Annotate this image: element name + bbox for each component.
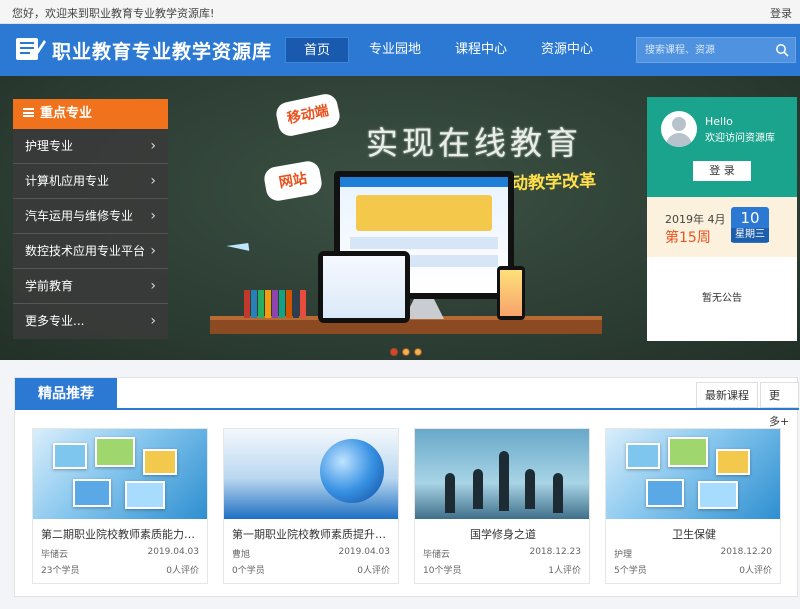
chevron-right-icon: › (150, 208, 156, 224)
course-title: 第二期职业院校教师素质能力提... (41, 528, 201, 541)
course-title: 国学修身之道 (470, 528, 536, 541)
nav-course-center[interactable]: 课程中心 (441, 37, 521, 63)
course-author: 毕储云 (41, 550, 69, 560)
nav-resource-center[interactable]: 资源中心 (527, 37, 607, 63)
menu-icon (23, 108, 34, 117)
course-thumbnail (415, 429, 589, 519)
sidebar-item-more[interactable]: 更多专业... › (13, 304, 168, 339)
course-author: 毕储云 (423, 550, 451, 560)
latest-courses-tab[interactable]: 最新课程 (696, 382, 758, 408)
site-title[interactable]: 职业教育专业教学资源库 (52, 37, 272, 64)
top-login-link[interactable]: 登录 (770, 5, 792, 21)
sidebar-item-computer[interactable]: 计算机应用专业 › (13, 164, 168, 199)
chevron-right-icon: › (150, 243, 156, 259)
sidebar-header: 重点专业 (13, 99, 168, 129)
sidebar-item-cnc[interactable]: 数控技术应用专业平台 › (13, 234, 168, 269)
calendar-block: 2019年 4月 第15周 10 星期三 (647, 197, 797, 257)
phone-illustration (497, 266, 525, 320)
sidebar-item-preschool[interactable]: 学前教育 › (13, 269, 168, 304)
course-cards: 第二期职业院校教师素质能力提... 毕储云 2019.04.03 23个学员 0… (32, 428, 781, 584)
course-reviews: 0人评价 (739, 566, 772, 576)
course-students: 23个学员 (41, 566, 80, 576)
course-date: 2019.04.03 (147, 547, 199, 557)
search-icon[interactable] (775, 43, 789, 57)
banner-headline: 实现在线教育 (366, 124, 583, 162)
course-card[interactable]: 卫生保健 护理 2018.12.20 5个学员 0人评价 (605, 428, 781, 584)
course-reviews: 0人评价 (357, 566, 390, 576)
day-badge: 10 星期三 (731, 207, 769, 243)
nav-major-garden[interactable]: 专业园地 (355, 37, 435, 63)
site-header: 职业教育专业教学资源库 首页 专业园地 课程中心 资源中心 (0, 24, 800, 76)
course-title: 第一期职业院校教师素质提升网... (232, 528, 392, 541)
book-logo-icon (16, 38, 46, 60)
course-card[interactable]: 国学修身之道 毕储云 2018.12.23 10个学员 1人评价 (414, 428, 590, 584)
course-date: 2018.12.23 (529, 547, 581, 557)
year-month: 2019年 4月 (665, 213, 726, 226)
sidebar-title: 重点专业 (40, 106, 93, 121)
course-students: 0个学员 (232, 566, 265, 576)
course-reviews: 0人评价 (166, 566, 199, 576)
search-box (636, 37, 796, 63)
course-card[interactable]: 第二期职业院校教师素质能力提... 毕储云 2019.04.03 23个学员 0… (32, 428, 208, 584)
hello-text: Hello (705, 115, 733, 128)
course-thumbnail (33, 429, 207, 519)
carousel-dot-3[interactable] (414, 348, 422, 356)
week-number: 第15周 (665, 230, 711, 246)
sidebar-item-auto[interactable]: 汽车运用与维修专业 › (13, 199, 168, 234)
user-panel-top: Hello 欢迎访问资源库 登 录 (647, 97, 797, 197)
course-thumbnail (224, 429, 398, 519)
key-majors-sidebar: 重点专业 护理专业 › 计算机应用专业 › 汽车运用与维修专业 › 数控技术应用专业平… (13, 99, 168, 339)
globe-icon (320, 439, 384, 503)
user-panel: Hello 欢迎访问资源库 登 录 2019年 4月 第15周 10 星期三 暂… (647, 97, 797, 341)
chevron-right-icon: › (150, 313, 156, 329)
sidebar-item-nursing[interactable]: 护理专业 › (13, 129, 168, 164)
course-students: 5个学员 (614, 566, 647, 576)
avatar-icon (661, 111, 697, 147)
nav-home[interactable]: 首页 (285, 37, 349, 63)
course-date: 2018.12.20 (720, 547, 772, 557)
chevron-right-icon: › (150, 173, 156, 189)
course-card[interactable]: 第一期职业院校教师素质提升网... 曹旭 2019.04.03 0个学员 0人评… (223, 428, 399, 584)
course-title: 卫生保健 (672, 528, 716, 541)
course-thumbnail (606, 429, 780, 519)
course-author: 曹旭 (232, 550, 251, 560)
tablet-illustration (318, 251, 410, 323)
notice-text: 暂无公告 (702, 293, 742, 304)
carousel-dot-2[interactable] (402, 348, 410, 356)
course-date: 2019.04.03 (338, 547, 390, 557)
chevron-right-icon: › (150, 138, 156, 154)
books-illustration (244, 290, 307, 318)
course-author: 护理 (614, 550, 633, 560)
more-link[interactable]: 更多+ (760, 382, 799, 428)
login-button[interactable]: 登 录 (693, 161, 751, 181)
carousel-dots (390, 348, 426, 356)
welcome-message: 欢迎访问资源库 (705, 133, 775, 144)
course-reviews: 1人评价 (548, 566, 581, 576)
course-students: 10个学员 (423, 566, 462, 576)
section-header: 精品推荐 最新课程 更多+ (15, 378, 799, 428)
top-bar: 您好，欢迎来到职业教育专业教学资源库! 登录 (0, 0, 800, 24)
featured-section: 精品推荐 最新课程 更多+ 第二期职业院校教师素质能力提... 毕储云 2019… (14, 377, 799, 597)
carousel-dot-1[interactable] (390, 348, 398, 356)
section-title: 精品推荐 (15, 378, 117, 410)
search-input[interactable] (645, 42, 767, 58)
day-number: 10 (740, 209, 760, 227)
welcome-text: 您好，欢迎来到职业教育专业教学资源库! (12, 7, 215, 20)
chevron-right-icon: › (150, 278, 156, 294)
weekday-label: 星期三 (731, 228, 769, 242)
main-nav: 首页 专业园地 课程中心 资源中心 (285, 37, 613, 63)
